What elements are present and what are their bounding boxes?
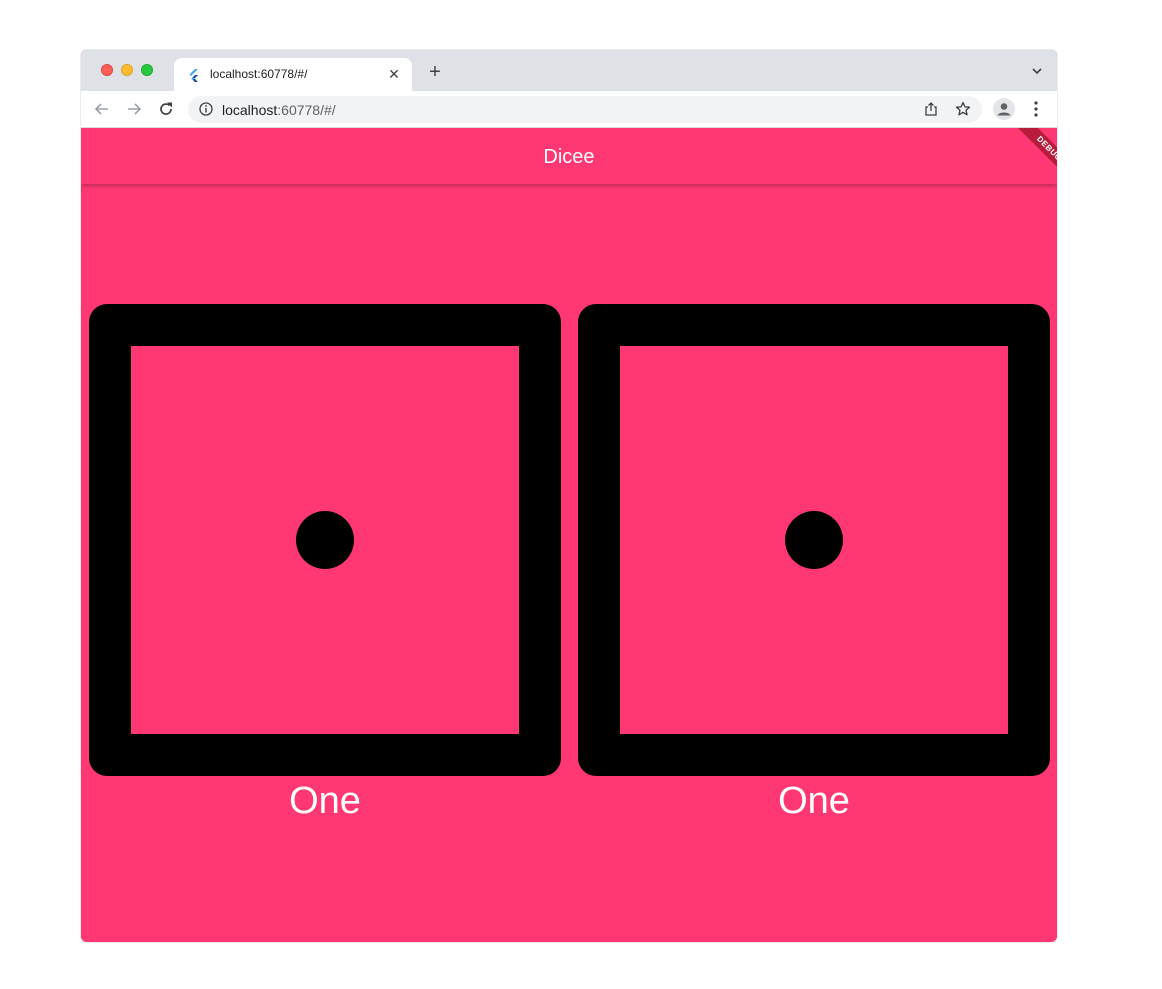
back-arrow-icon[interactable]: [93, 100, 111, 118]
browser-window: localhost:60778/#/ ✕ + localhost:60778/#…: [81, 50, 1057, 942]
app-title: Dicee: [543, 146, 595, 168]
die-image[interactable]: [89, 304, 561, 776]
tab-title: localhost:60778/#/: [210, 67, 308, 81]
die-label: One: [778, 780, 850, 822]
url-text: localhost:60778/#/: [222, 102, 336, 118]
url-path: :60778/#/: [277, 102, 336, 118]
browser-tab[interactable]: localhost:60778/#/ ✕: [174, 58, 412, 91]
more-menu-icon[interactable]: [1028, 100, 1044, 118]
share-icon[interactable]: [923, 101, 939, 117]
die-right[interactable]: One: [578, 304, 1050, 823]
address-bar[interactable]: localhost:60778/#/: [188, 96, 982, 123]
die-left[interactable]: One: [89, 304, 561, 823]
window-close-button[interactable]: [101, 64, 113, 76]
flutter-app: Dicee DEBUG One One: [81, 128, 1057, 942]
die-pip: [296, 511, 354, 569]
browser-toolbar: localhost:60778/#/: [81, 91, 1057, 128]
bookmark-star-icon[interactable]: [955, 101, 971, 117]
site-info-icon[interactable]: [199, 102, 213, 116]
app-bar: Dicee: [81, 128, 1057, 184]
tab-strip: localhost:60778/#/ ✕ +: [81, 50, 1057, 91]
window-maximize-button[interactable]: [141, 64, 153, 76]
profile-avatar-icon[interactable]: [993, 98, 1015, 120]
debug-banner: DEBUG: [1001, 128, 1057, 184]
die-pip: [785, 511, 843, 569]
new-tab-button[interactable]: +: [425, 62, 445, 82]
die-face: [131, 346, 519, 734]
die-face: [620, 346, 1008, 734]
debug-banner-label: DEBUG: [1015, 128, 1057, 183]
die-image[interactable]: [578, 304, 1050, 776]
flutter-icon: [189, 69, 198, 82]
die-label: One: [289, 780, 361, 822]
window-minimize-button[interactable]: [121, 64, 133, 76]
url-host: localhost: [222, 102, 278, 118]
tab-close-icon[interactable]: ✕: [386, 66, 402, 82]
tab-search-chevron-icon[interactable]: [1031, 66, 1043, 76]
reload-icon[interactable]: [157, 100, 175, 118]
forward-arrow-icon[interactable]: [125, 100, 143, 118]
